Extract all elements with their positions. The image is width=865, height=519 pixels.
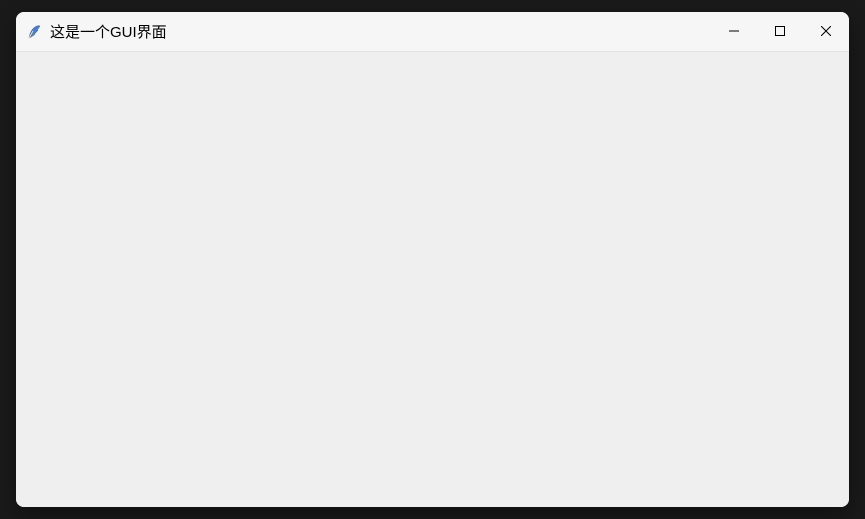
application-window: 这是一个GUI界面	[16, 12, 849, 507]
close-button[interactable]	[803, 12, 849, 51]
maximize-button[interactable]	[757, 12, 803, 51]
minimize-button[interactable]	[711, 12, 757, 51]
window-controls	[711, 12, 849, 51]
feather-icon	[26, 24, 42, 40]
titlebar[interactable]: 这是一个GUI界面	[16, 12, 849, 52]
minimize-icon	[729, 24, 739, 39]
maximize-icon	[775, 24, 785, 39]
close-icon	[821, 24, 831, 39]
client-area	[16, 52, 849, 507]
window-title: 这是一个GUI界面	[50, 21, 711, 42]
